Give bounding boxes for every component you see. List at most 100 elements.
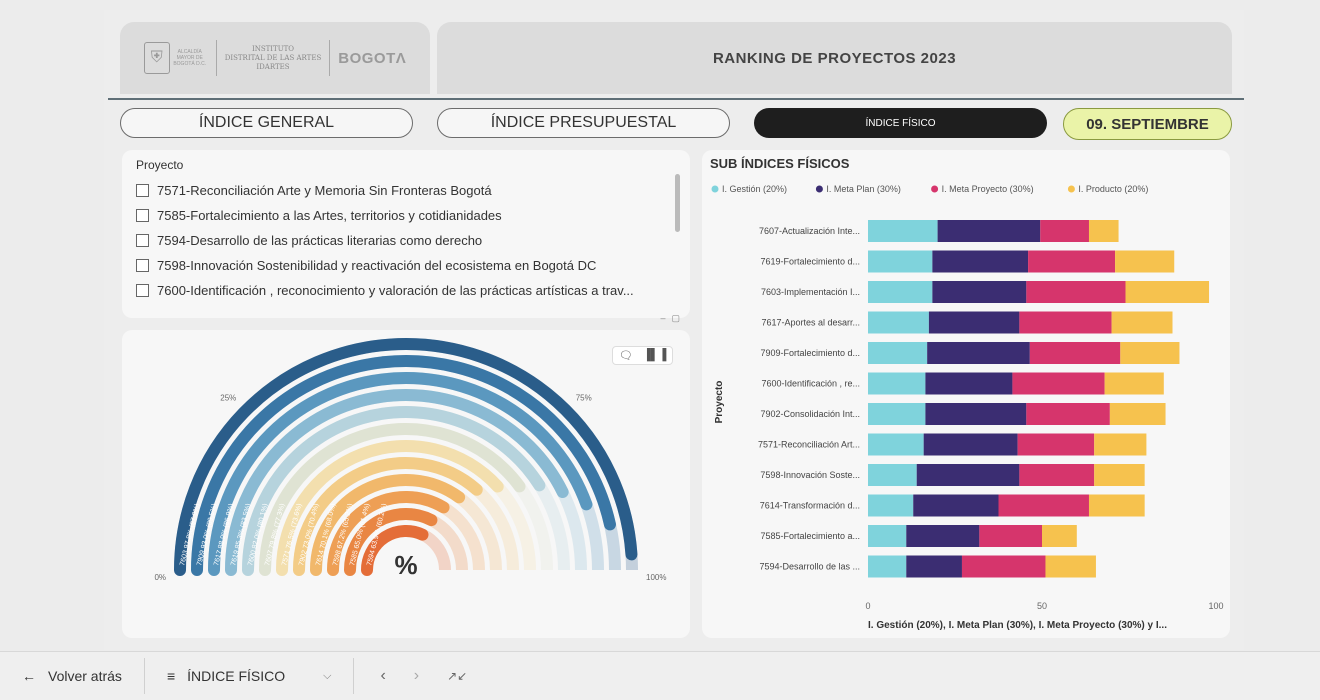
bar-segment[interactable] bbox=[868, 433, 924, 456]
y-axis-title: Proyecto bbox=[714, 381, 725, 424]
bar-segment[interactable] bbox=[1012, 372, 1105, 395]
tab-indice-fisico[interactable]: ÍNDICE FÍSICO bbox=[754, 108, 1047, 138]
slicer-item[interactable]: 7594-Desarrollo de las prácticas literar… bbox=[136, 228, 676, 253]
bar-segment[interactable] bbox=[925, 372, 1013, 395]
gauge-tick-label: 100% bbox=[646, 573, 666, 582]
checkbox[interactable] bbox=[136, 284, 149, 297]
chevron-left-icon[interactable]: ‹ bbox=[354, 667, 399, 685]
project-slicer: Proyecto 7571-Reconciliación Arte y Memo… bbox=[122, 150, 690, 323]
x-tick-label: 100 bbox=[1208, 601, 1223, 611]
bar-segment[interactable] bbox=[1026, 403, 1110, 425]
bar-segment[interactable] bbox=[1019, 311, 1112, 334]
bar-segment[interactable] bbox=[1028, 250, 1116, 273]
category-label: 7600-Identificación , re... bbox=[761, 379, 860, 389]
bar-segment[interactable] bbox=[998, 494, 1089, 517]
bar-segment[interactable] bbox=[932, 281, 1027, 303]
bar-segment[interactable] bbox=[1088, 494, 1145, 517]
bar-segment[interactable] bbox=[925, 403, 1027, 425]
page-selector[interactable]: ≡ ÍNDICE FÍSICO ⌵ bbox=[145, 652, 354, 700]
bar-segment[interactable] bbox=[1094, 433, 1147, 456]
bar-segment[interactable] bbox=[868, 250, 933, 273]
category-label: 7607-Actualización Inte... bbox=[759, 226, 860, 236]
bar-segment[interactable] bbox=[1017, 433, 1095, 456]
bar-segment[interactable] bbox=[928, 311, 1020, 334]
chart-title: SUB ÍNDICES FÍSICOS bbox=[710, 156, 850, 171]
tab-indice-presupuestal[interactable]: ÍNDICE PRESUPUESTAL bbox=[437, 108, 730, 138]
chevron-right-icon[interactable]: › bbox=[400, 667, 433, 685]
bar-segment[interactable] bbox=[916, 464, 1020, 486]
gauge-tick-label: 50% bbox=[398, 330, 414, 332]
bar-segment[interactable] bbox=[868, 372, 926, 395]
gauge-tick-label: 25% bbox=[220, 393, 236, 402]
category-label: 7571-Reconciliación Art... bbox=[758, 440, 860, 450]
comment-icon[interactable]: 🗨 bbox=[619, 349, 633, 362]
back-button[interactable]: ← Volver atrás bbox=[0, 652, 144, 700]
bar-segment[interactable] bbox=[1042, 525, 1077, 547]
legend-label[interactable]: I. Meta Proyecto (30%) bbox=[942, 184, 1034, 194]
bar-segment[interactable] bbox=[868, 403, 926, 425]
page-title: RANKING DE PROYECTOS 2023 bbox=[712, 49, 957, 67]
visual-toolbar: 🗨 ▐▌▐ bbox=[612, 346, 674, 365]
bar-segment[interactable] bbox=[1019, 464, 1095, 486]
category-label: 7902-Consolidación Int... bbox=[760, 409, 860, 419]
bar-segment[interactable] bbox=[1088, 220, 1119, 242]
bar-segment[interactable] bbox=[1045, 555, 1096, 578]
bar-segment[interactable] bbox=[868, 220, 938, 242]
bar-segment[interactable] bbox=[906, 525, 980, 547]
bar-segment[interactable] bbox=[906, 555, 962, 578]
legend-label[interactable]: I. Producto (20%) bbox=[1078, 184, 1148, 194]
expand-icon[interactable]: ▢ bbox=[671, 313, 680, 324]
bar-segment[interactable] bbox=[1026, 281, 1126, 303]
bar-segment[interactable] bbox=[1040, 220, 1089, 242]
slicer-item[interactable]: 7600-Identificación , reconocimiento y v… bbox=[136, 278, 676, 303]
bar-segment[interactable] bbox=[1120, 342, 1180, 364]
bar-segment[interactable] bbox=[868, 311, 929, 334]
checkbox[interactable] bbox=[136, 184, 149, 197]
slicer-item[interactable]: 7585-Fortalecimiento a las Artes, territ… bbox=[136, 203, 676, 228]
chevron-down-icon: ⌵ bbox=[323, 669, 332, 682]
collapse-icon[interactable]: ↗↙ bbox=[433, 669, 481, 683]
bogota-logo: BOGOTΛ bbox=[338, 49, 407, 67]
bar-segment[interactable] bbox=[937, 220, 1041, 242]
bar-segment[interactable] bbox=[1109, 403, 1166, 425]
back-label: Volver atrás bbox=[48, 668, 122, 684]
bar-segment[interactable] bbox=[1125, 281, 1210, 303]
bar-segment[interactable] bbox=[868, 281, 933, 303]
bar-segment[interactable] bbox=[927, 342, 1030, 364]
gauge-tick-label: 75% bbox=[576, 393, 592, 402]
bar-segment[interactable] bbox=[1029, 342, 1121, 364]
bar-segment[interactable] bbox=[868, 525, 907, 547]
bar-segment[interactable] bbox=[1104, 372, 1164, 395]
slicer-item[interactable]: 7571-Reconciliación Arte y Memoria Sin F… bbox=[136, 178, 676, 203]
minus-icon[interactable]: – bbox=[660, 313, 665, 324]
bar-segment[interactable] bbox=[1094, 464, 1145, 486]
bar-segment[interactable] bbox=[868, 342, 928, 364]
checkbox[interactable] bbox=[136, 259, 149, 272]
slicer-item[interactable]: 7598-Innovación Sostenibilidad y reactiv… bbox=[136, 253, 676, 278]
bar-segment[interactable] bbox=[868, 555, 907, 578]
bar-segment[interactable] bbox=[1115, 250, 1175, 273]
bar-segment[interactable] bbox=[932, 250, 1029, 273]
bar-segment[interactable] bbox=[961, 555, 1046, 578]
category-label: 7619-Fortalecimiento d... bbox=[760, 257, 860, 267]
tab-indice-general[interactable]: ÍNDICE GENERAL bbox=[120, 108, 413, 138]
checkbox[interactable] bbox=[136, 234, 149, 247]
bar-segment[interactable] bbox=[868, 464, 917, 486]
logo-divider bbox=[215, 40, 217, 76]
legend-label[interactable]: I. Gestión (20%) bbox=[722, 184, 787, 194]
arrow-left-icon: ← bbox=[22, 668, 36, 684]
barcode-icon[interactable]: ▐▌▐ bbox=[643, 349, 666, 362]
legend-label[interactable]: I. Meta Plan (30%) bbox=[826, 184, 901, 194]
bar-segment[interactable] bbox=[913, 494, 999, 517]
bar-segment[interactable] bbox=[1111, 311, 1173, 334]
bar-segment[interactable] bbox=[868, 494, 914, 517]
category-label: 7909-Fortalecimiento d... bbox=[760, 348, 860, 358]
slicer-scrollbar[interactable] bbox=[675, 174, 680, 232]
bar-segment[interactable] bbox=[923, 433, 1018, 456]
logo-banner: ⛨ ALCALDÍA MAYOR DE BOGOTÁ D.C. INSTITUT… bbox=[120, 22, 430, 94]
category-label: 7585-Fortalecimiento a... bbox=[760, 531, 860, 541]
checkbox[interactable] bbox=[136, 209, 149, 222]
bar-segment[interactable] bbox=[979, 525, 1042, 547]
sub-indices-card: SUB ÍNDICES FÍSICOS I. Gestión (20%) I. Me… bbox=[702, 150, 1230, 638]
slicer-controls: – ▢ bbox=[660, 313, 680, 324]
